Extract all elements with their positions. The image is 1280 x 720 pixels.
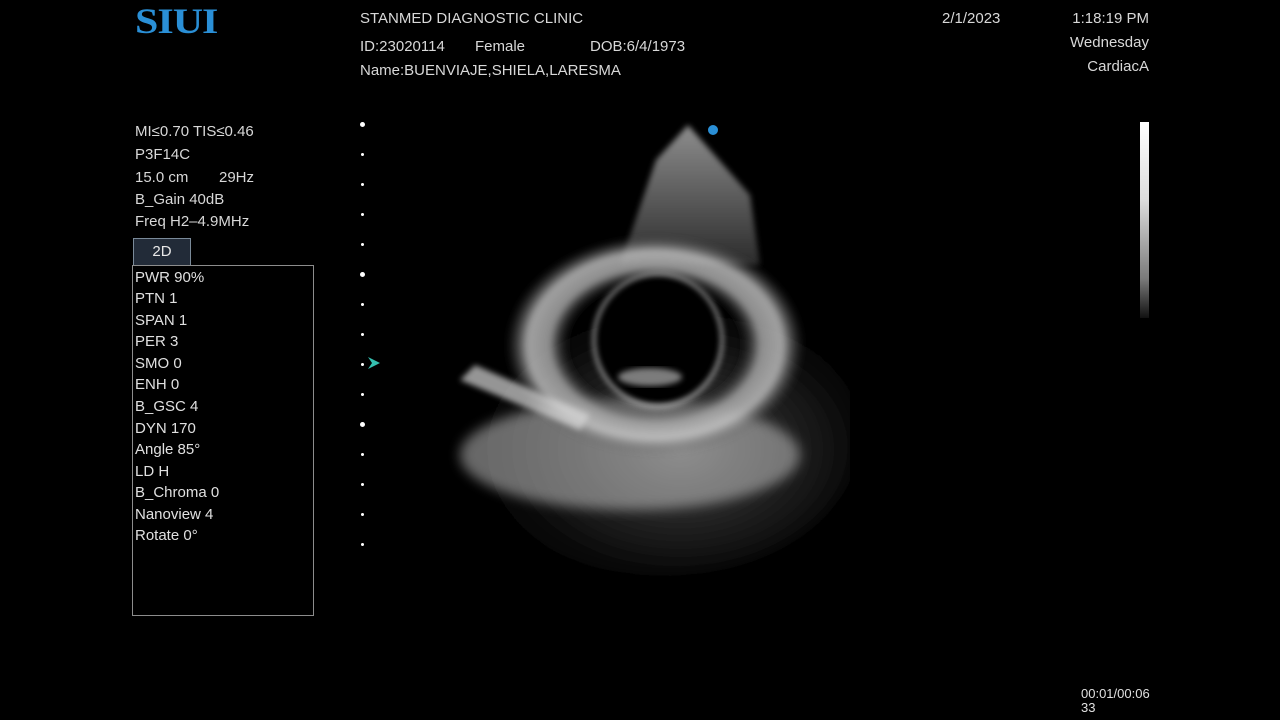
exam-preset: CardiacA [1087, 58, 1149, 75]
param-smo[interactable]: SMO 0 [135, 353, 182, 374]
gain-readout: B_Gain 40dB [135, 191, 225, 208]
depth-tick [361, 483, 364, 486]
frame-rate-readout: 29Hz [219, 169, 255, 186]
param-b-gsc[interactable]: B_GSC 4 [135, 396, 198, 417]
depth-tick-major [360, 122, 365, 127]
focus-arrow-icon[interactable] [367, 356, 381, 370]
exam-date: 2/1/2023 [942, 10, 1001, 27]
depth-tick [361, 303, 364, 306]
ultrasound-sector-image [460, 125, 850, 575]
cine-frame-counter-suffix: 33 [1081, 700, 1096, 715]
depth-tick [361, 393, 364, 396]
patient-sex: Female [475, 38, 526, 55]
depth-tick [361, 213, 364, 216]
depth-tick [361, 543, 364, 546]
param-dyn[interactable]: DYN 170 [135, 418, 196, 439]
exam-time: 1:18:19 PM [1072, 10, 1149, 27]
depth-tick [361, 363, 364, 366]
depth-tick [361, 333, 364, 336]
depth-tick [361, 243, 364, 246]
clinic-name: STANMED DIAGNOSTIC CLINIC [360, 10, 584, 27]
frequency-readout: Freq H2–4.9MHz [135, 213, 250, 230]
param-span[interactable]: SPAN 1 [135, 310, 187, 331]
patient-id: ID:23020114 [360, 38, 445, 55]
param-per[interactable]: PER 3 [135, 331, 178, 352]
exam-weekday: Wednesday [1070, 34, 1149, 51]
siui-logo: SIUI [135, 2, 218, 42]
param-ld[interactable]: LD H [135, 461, 169, 482]
cine-frame-counter: 00:01/00:06 [1081, 686, 1150, 701]
patient-dob: DOB:6/4/1973 [590, 38, 686, 55]
mi-tis-readout: MI≤0.70 TIS≤0.46 [135, 123, 254, 140]
param-nanoview[interactable]: Nanoview 4 [135, 504, 213, 525]
probe-name: P3F14C [135, 146, 191, 163]
depth-tick-major [360, 422, 365, 427]
tab-2d-mode[interactable]: 2D [133, 238, 191, 265]
param-angle[interactable]: Angle 85° [135, 439, 200, 460]
depth-tick [361, 183, 364, 186]
depth-tick [361, 513, 364, 516]
grayscale-bar [1140, 122, 1149, 318]
param-rotate[interactable]: Rotate 0° [135, 525, 198, 546]
param-b-chroma[interactable]: B_Chroma 0 [135, 482, 219, 503]
depth-tick-major [360, 272, 365, 277]
imaging-parameters-panel: PWR 90% PTN 1 SPAN 1 PER 3 SMO 0 ENH 0 B… [132, 265, 314, 616]
param-enh[interactable]: ENH 0 [135, 374, 179, 395]
param-pwr[interactable]: PWR 90% [135, 267, 204, 288]
patient-name: Name:BUENVIAJE,SHIELA,LARESMA [360, 62, 621, 79]
depth-tick [361, 453, 364, 456]
depth-readout: 15.0 cm [135, 169, 189, 186]
depth-tick [361, 153, 364, 156]
param-ptn[interactable]: PTN 1 [135, 288, 178, 309]
